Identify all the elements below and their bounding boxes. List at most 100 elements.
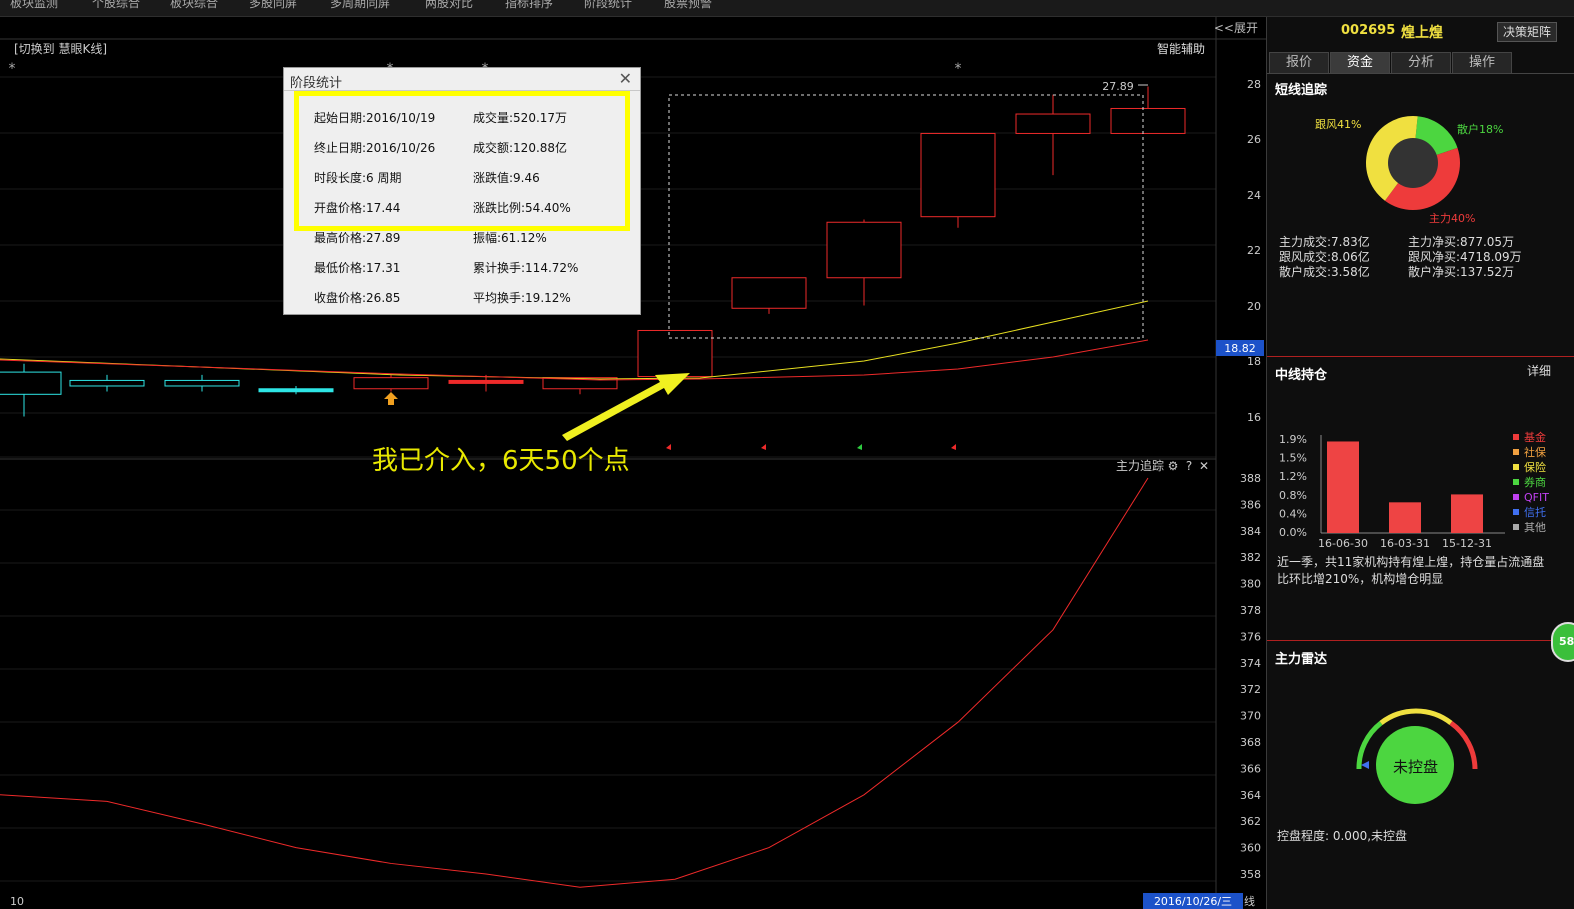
stat-cell: 累计换手:114.72% [473, 261, 579, 275]
menu-item[interactable]: 板块综合 [170, 0, 218, 11]
menu-item[interactable]: 指标排序 [505, 0, 553, 11]
current-price: 18.82 [1224, 342, 1256, 355]
price-tick: 26 [1247, 133, 1261, 146]
stat-cell: 涨跌值:9.46 [473, 171, 540, 185]
legend-swatch [1513, 449, 1519, 455]
help-icon: ? [1186, 459, 1192, 473]
bar-y-tick: 0.4% [1279, 507, 1307, 520]
stat-cell: 收盘价格:26.85 [314, 291, 401, 305]
menu-item[interactable]: 多股同屏 [249, 0, 297, 11]
indicator-tick: 358 [1240, 868, 1261, 881]
right-panel: 002695 煌上煌 决策矩阵 报价 资金 分析 操作 短线追踪 跟风41% 散户18… [1266, 17, 1574, 909]
stat-cell: 开盘价格:17.44 [314, 201, 401, 215]
tab-2[interactable]: 分析 [1391, 52, 1451, 73]
date-label: 2016/10/26/三 [1154, 895, 1232, 908]
menu-item[interactable]: 阶段统计 [584, 0, 632, 11]
stat-cell: 平均换手:19.12% [473, 291, 571, 305]
indicator-tick: 386 [1240, 498, 1261, 511]
menu-item[interactable]: 板块监测 [10, 0, 58, 11]
tab-1[interactable]: 资金 [1330, 52, 1390, 73]
candle-body [637, 329, 713, 378]
stat-cell: 成交额:120.88亿 [473, 141, 568, 155]
bar-y-tick: 0.8% [1279, 489, 1307, 502]
expand-button: <<展开 [1214, 21, 1258, 35]
pie-hole [1388, 138, 1438, 188]
legend-swatch [1513, 494, 1519, 500]
price-tick: 22 [1247, 244, 1261, 257]
indicator-tick: 368 [1240, 736, 1261, 749]
divider [1267, 356, 1574, 357]
bar-y-tick: 0.0% [1279, 526, 1307, 539]
indicator-tick: 362 [1240, 815, 1261, 828]
buy-arrow-icon [384, 392, 398, 405]
bar-y-tick: 1.5% [1279, 452, 1307, 465]
price-tick: 20 [1247, 300, 1261, 313]
candle-body [353, 377, 429, 390]
high-price-label: 27.89 [1102, 80, 1134, 93]
indicator-line [0, 477, 1149, 888]
menu-item[interactable]: 股票预警 [664, 0, 712, 11]
menu-item[interactable]: 个股综合 [92, 0, 140, 11]
menu-item[interactable]: 两股对比 [425, 0, 473, 11]
ma-line-red [0, 339, 1149, 381]
legend-swatch [1513, 434, 1519, 440]
stat-cell: 最高价格:27.89 [314, 231, 401, 245]
stage-stats-dialog[interactable]: 阶段统计 ✕ 起始日期:2016/10/19 成交量:520.17万 终止日期:20… [283, 67, 641, 315]
pie-label-follow: 跟风41% [1315, 118, 1362, 131]
divider [1267, 640, 1574, 641]
candle-body [1015, 113, 1091, 134]
candle-body [448, 379, 524, 384]
close-icon[interactable]: ✕ [619, 69, 632, 88]
stat-cell: 涨跌比例:54.40% [473, 201, 571, 215]
indicator-tick: 388 [1240, 472, 1261, 485]
decision-matrix-button[interactable]: 决策矩阵 [1497, 22, 1557, 42]
legend-label: 其他 [1524, 521, 1546, 534]
indicator-tick: 376 [1240, 630, 1261, 643]
annotation-text: 我已介入，6天50个点 [372, 446, 630, 476]
candle-body [164, 379, 240, 387]
pie-label-main: 主力40% [1429, 212, 1476, 225]
score-badge[interactable]: 58 [1551, 622, 1574, 662]
legend-label: 信托 [1524, 505, 1546, 519]
indicator-tick: 372 [1240, 683, 1261, 696]
tab-3[interactable]: 操作 [1452, 52, 1512, 73]
price-tick: 24 [1247, 189, 1261, 202]
stat-cell: 振幅:61.12% [473, 231, 547, 245]
fund-stat: 散户成交:3.58亿 [1279, 265, 1370, 279]
legend-label: 保险 [1524, 460, 1546, 474]
candle-body [1110, 107, 1186, 134]
indicator-title: 主力追踪 [1116, 458, 1164, 473]
candle-body [69, 379, 145, 387]
top-menu-bar: 板块监测 个股综合 板块综合 多股同屏 多周期同屏 两股对比 指标排序 阶段统计 股票预警 [0, 0, 1574, 17]
price-tick: 28 [1247, 78, 1261, 91]
bar [1451, 494, 1483, 533]
star-mark: * [955, 61, 962, 77]
signal-flag-icon [951, 444, 956, 450]
price-tick: 16 [1247, 411, 1261, 424]
legend-label: 券商 [1524, 475, 1546, 489]
bar [1389, 502, 1421, 533]
smart-assist-label: 智能辅助 [1157, 41, 1205, 56]
bar [1327, 441, 1359, 533]
switch-kline-link: [切换到 慧眼K线] [14, 41, 107, 56]
bar-x-tick: 16-06-30 [1318, 537, 1368, 549]
section-title-mid-hold: 中线持仓 [1275, 368, 1328, 383]
fund-pie-chart [1366, 115, 1460, 210]
stock-name: 煌上煌 [1401, 25, 1443, 41]
star-mark: * [9, 61, 16, 77]
close-icon: ✕ [1199, 459, 1209, 473]
menu-item[interactable]: 多周期同屏 [330, 0, 390, 11]
divider [1267, 73, 1574, 74]
tab-0[interactable]: 报价 [1269, 52, 1329, 73]
indicator-tick: 374 [1240, 657, 1261, 670]
radar-status: 未控盘 [1393, 758, 1439, 776]
stat-cell: 时段长度:6 周期 [314, 171, 402, 185]
indicator-tick: 378 [1240, 604, 1261, 617]
bar-x-tick: 15-12-31 [1442, 537, 1492, 549]
candle-body [920, 132, 996, 218]
detail-link[interactable]: 详细 [1527, 362, 1551, 379]
stat-cell: 终止日期:2016/10/26 [314, 141, 436, 155]
legend-swatch [1513, 509, 1519, 515]
stat-cell: 最低价格:17.31 [314, 261, 401, 275]
indicator-tick: 380 [1240, 578, 1261, 591]
